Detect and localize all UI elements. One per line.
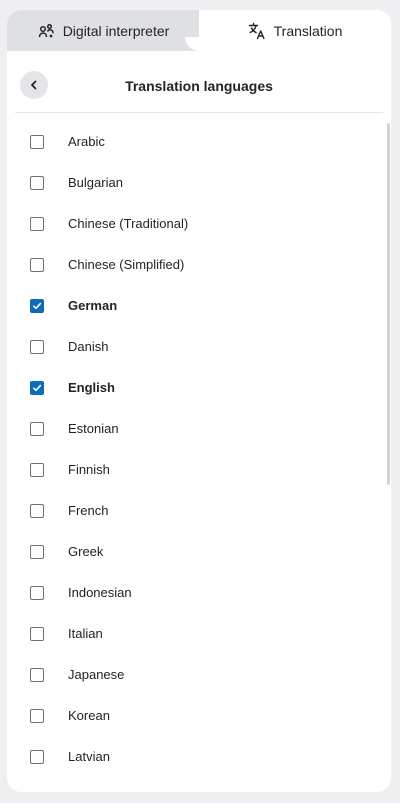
tab-translation-label: Translation xyxy=(273,22,343,39)
checkbox[interactable] xyxy=(30,709,44,723)
language-option[interactable]: Arabic xyxy=(7,122,377,163)
language-label: Greek xyxy=(68,544,104,559)
language-option[interactable]: Bulgarian xyxy=(7,163,377,204)
translate-icon xyxy=(248,22,266,40)
language-label: Finnish xyxy=(68,462,110,477)
checkbox[interactable] xyxy=(30,258,44,272)
language-label: Chinese (Traditional) xyxy=(68,216,189,231)
tab-translation[interactable]: Translation xyxy=(199,10,391,51)
language-label: English xyxy=(68,380,115,395)
checkbox[interactable] xyxy=(30,463,44,477)
scrollbar-thumb[interactable] xyxy=(387,123,390,485)
language-label: Indonesian xyxy=(68,585,132,600)
checkbox[interactable] xyxy=(30,504,44,518)
translation-panel: Digital interpreter Translation Translat… xyxy=(7,10,391,792)
checkmark-icon xyxy=(33,302,42,310)
tab-corner xyxy=(185,37,199,51)
checkbox[interactable] xyxy=(30,135,44,149)
language-option[interactable]: Finnish xyxy=(7,450,377,491)
language-label: German xyxy=(68,298,118,313)
language-label: Latvian xyxy=(68,749,110,764)
checkbox-checked[interactable] xyxy=(30,381,44,395)
tab-digital-interpreter-label: Digital interpreter xyxy=(62,22,170,39)
language-label: French xyxy=(68,503,109,518)
language-option[interactable]: English xyxy=(7,368,377,409)
language-label: Korean xyxy=(68,708,110,723)
chevron-left-icon xyxy=(28,79,40,91)
language-option[interactable]: French xyxy=(7,491,377,532)
language-option[interactable]: German xyxy=(7,286,377,327)
language-list: Arabic Bulgarian Chinese (Traditional) Chin… xyxy=(7,113,391,792)
language-option[interactable]: Greek xyxy=(7,532,377,573)
checkbox[interactable] xyxy=(30,750,44,764)
language-option[interactable]: Danish xyxy=(7,327,377,368)
language-label: Italian xyxy=(68,626,103,641)
language-label: Japanese xyxy=(68,667,125,682)
language-option[interactable]: Chinese (Traditional) xyxy=(7,204,377,245)
panel-header: Translation languages xyxy=(7,51,391,113)
checkbox[interactable] xyxy=(30,668,44,682)
language-label: Danish xyxy=(68,339,109,354)
checkbox[interactable] xyxy=(30,176,44,190)
language-option[interactable]: Chinese (Simplified) xyxy=(7,245,377,286)
language-option[interactable]: Italian xyxy=(7,614,377,655)
language-label: Arabic xyxy=(68,134,105,149)
language-option[interactable]: Latvian xyxy=(7,737,377,778)
people-speaking-icon xyxy=(37,22,55,40)
language-label: Chinese (Simplified) xyxy=(68,257,185,272)
back-button[interactable] xyxy=(20,71,48,99)
tab-bar: Digital interpreter Translation xyxy=(7,10,391,51)
checkbox[interactable] xyxy=(30,586,44,600)
language-option[interactable]: Estonian xyxy=(7,409,377,450)
checkbox-checked[interactable] xyxy=(30,299,44,313)
language-label: Bulgarian xyxy=(68,175,123,190)
checkmark-icon xyxy=(33,384,42,392)
checkbox[interactable] xyxy=(30,217,44,231)
language-option[interactable]: Indonesian xyxy=(7,573,377,614)
tab-digital-interpreter[interactable]: Digital interpreter xyxy=(7,10,199,51)
checkbox[interactable] xyxy=(30,545,44,559)
language-option[interactable]: Japanese xyxy=(7,655,377,696)
checkbox[interactable] xyxy=(30,627,44,641)
checkbox[interactable] xyxy=(30,422,44,436)
page-title: Translation languages xyxy=(125,78,273,94)
language-label: Estonian xyxy=(68,421,119,436)
language-option[interactable]: Korean xyxy=(7,696,377,737)
checkbox[interactable] xyxy=(30,340,44,354)
